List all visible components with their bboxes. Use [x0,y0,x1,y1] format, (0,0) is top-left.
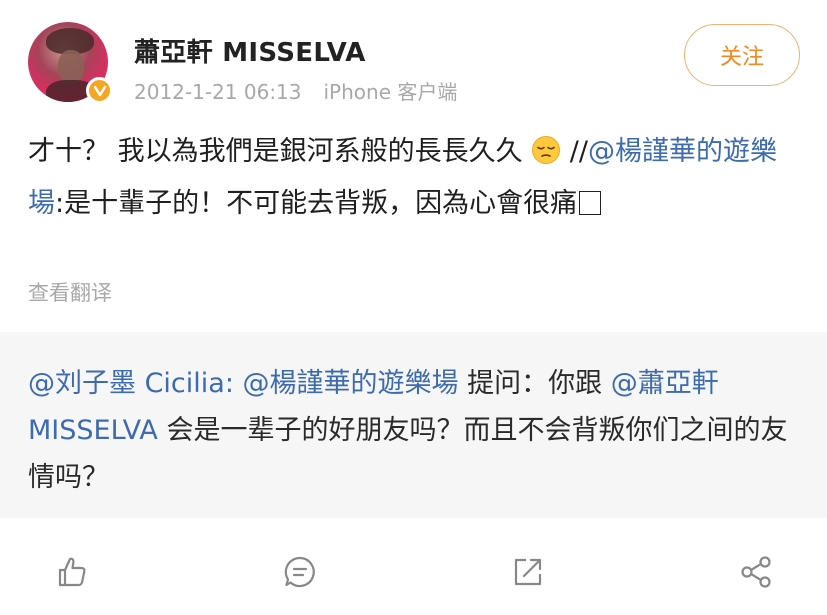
verified-v-icon [93,85,106,96]
comment-button[interactable] [280,552,320,592]
comment-icon [284,556,315,588]
quoted-mention-link[interactable]: @楊謹華的遊樂場 [243,368,459,399]
follow-button[interactable]: 关注 [684,24,800,86]
share-icon [741,556,771,588]
post-source[interactable]: iPhone 客户端 [324,80,458,104]
username[interactable]: 蕭亞軒 MISSELVA [134,32,366,69]
post-content: 才十？ 我以為我們是銀河系般的長長久久 //@楊謹華的遊樂場:是十輩子的！不可能… [28,128,808,227]
quoted-text: 提问：你跟 [458,368,611,399]
repost-icon [514,558,542,586]
quoted-post[interactable]: @刘子墨 Cicilia: @楊謹華的遊樂場 提问：你跟 @蕭亞軒MISSELV… [0,332,827,518]
like-button[interactable] [52,552,92,592]
action-bar [0,530,827,610]
like-icon [58,557,86,587]
post-text-rest: :是十輩子的！不可能去背叛，因為心會很痛 [55,188,578,219]
missing-glyph-box [579,191,602,215]
post-text: 才十？ 我以為我們是銀河系般的長長久久 [28,136,532,167]
post-date: 2012-1-21 06:13 [134,80,302,104]
repost-slashes: // [561,136,588,167]
pensive-face-emoji [531,133,561,180]
repost-button[interactable] [508,552,548,592]
verified-badge-icon [86,77,113,104]
avatar-face [58,50,84,84]
post-meta: 2012-1-21 06:13 iPhone 客户端 [134,76,457,105]
translate-link[interactable]: 查看翻译 [28,277,112,307]
quoted-author-link[interactable]: @刘子墨 Cicilia: [28,368,234,399]
quoted-post-text: @刘子墨 Cicilia: @楊謹華的遊樂場 提问：你跟 @蕭亞軒MISSELV… [28,360,808,501]
share-button[interactable] [736,552,776,592]
